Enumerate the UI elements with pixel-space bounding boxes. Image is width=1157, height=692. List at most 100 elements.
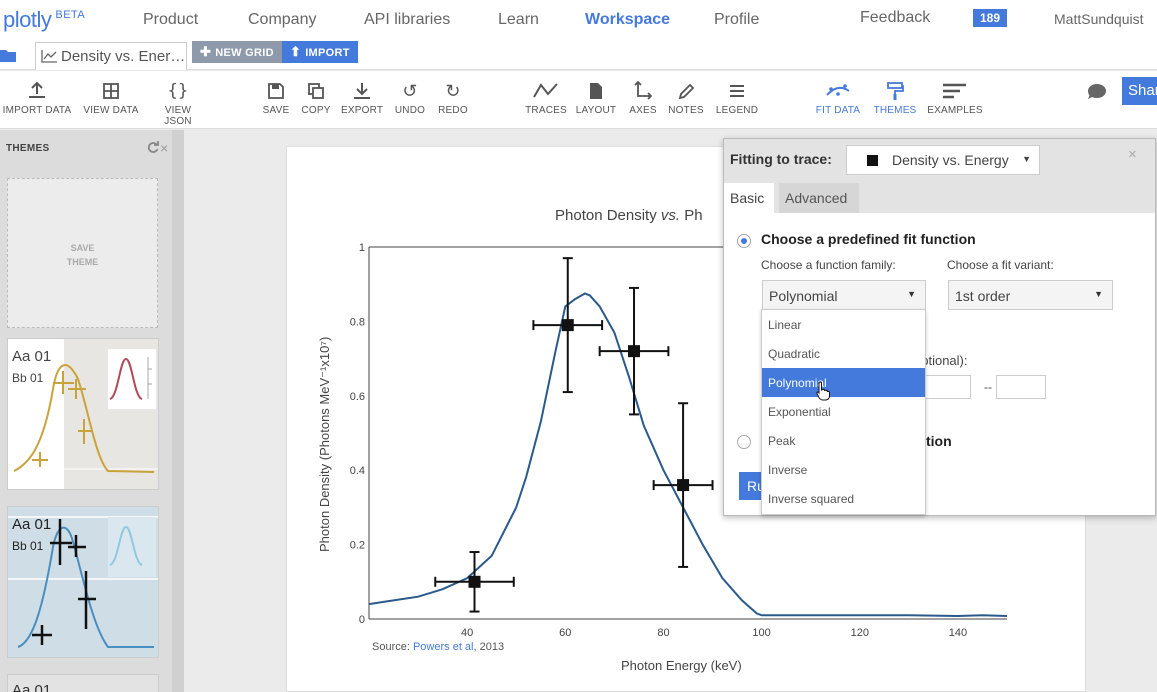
- theme-aa: Aa 01: [12, 348, 52, 365]
- pencil-icon: [678, 83, 695, 100]
- plus-icon: ✚: [200, 44, 212, 59]
- layout-label: LAYOUT: [575, 105, 617, 116]
- import-label: IMPORT: [305, 47, 350, 59]
- nav-workspace[interactable]: Workspace: [585, 11, 670, 29]
- new-grid-label: NEW GRID: [215, 47, 274, 59]
- braces-icon: {}: [167, 81, 189, 101]
- menu-item-exponential[interactable]: Exponential: [762, 397, 925, 426]
- export-button[interactable]: EXPORT: [341, 81, 383, 116]
- axes-label: AXES: [629, 105, 657, 116]
- chat-icon[interactable]: [1087, 83, 1107, 101]
- x-tick-label: 140: [949, 627, 967, 639]
- save-theme-label-1: SAVE: [70, 243, 95, 253]
- redo-button[interactable]: ↻ REDO: [437, 81, 469, 116]
- view-data-button[interactable]: VIEW DATA: [82, 81, 140, 116]
- sidebar-title: THEMES: [6, 143, 50, 154]
- theme-aa: Aa 01: [12, 516, 52, 533]
- layout-button[interactable]: LAYOUT: [575, 81, 617, 116]
- predefined-fit-label: Choose a predefined fit function: [761, 231, 976, 247]
- menu-item-linear[interactable]: Linear: [762, 310, 925, 339]
- axes-icon: [634, 81, 652, 100]
- tab-advanced[interactable]: Advanced: [779, 183, 859, 213]
- trace-select[interactable]: Density vs. Energy ▼: [846, 145, 1040, 175]
- new-grid-button[interactable]: ✚ NEW GRID: [192, 41, 282, 63]
- fit-variant-select[interactable]: 1st order ▼: [948, 280, 1113, 310]
- fit-data-icon: [826, 84, 850, 96]
- range-min-input[interactable]: [921, 375, 971, 399]
- custom-fit-label: tion: [926, 433, 952, 449]
- variant-select-value: 1st order: [955, 288, 1011, 304]
- menu-item-inverse[interactable]: Inverse: [762, 455, 925, 484]
- axes-button[interactable]: AXES: [627, 81, 659, 116]
- menu-item-inverse-squared[interactable]: Inverse squared: [762, 484, 925, 513]
- grid-tab[interactable]: Density vs. Ener…: [35, 42, 187, 70]
- nav-company[interactable]: Company: [248, 11, 316, 29]
- function-family-select[interactable]: Polynomial ▼: [762, 280, 926, 310]
- examples-button[interactable]: EXAMPLES: [927, 81, 983, 116]
- x-tick-label: 60: [559, 627, 571, 639]
- nav-learn[interactable]: Learn: [498, 11, 539, 29]
- folder-icon[interactable]: [0, 48, 16, 62]
- close-icon[interactable]: ×: [1128, 146, 1137, 163]
- upload-icon: ⬆: [290, 44, 302, 59]
- menu-item-quadratic[interactable]: Quadratic: [762, 339, 925, 368]
- notification-badge[interactable]: 189: [973, 9, 1007, 27]
- redo-icon: ↻: [445, 81, 461, 101]
- grid-tab-label: Density vs. Ener…: [61, 48, 186, 65]
- close-icon[interactable]: ×: [160, 140, 168, 156]
- theme-aa: Aa 01: [12, 682, 52, 692]
- custom-fit-radio[interactable]: [737, 435, 751, 449]
- notes-button[interactable]: NOTES: [667, 81, 705, 116]
- data-point: [434, 551, 515, 613]
- traces-button[interactable]: TRACES: [525, 81, 567, 116]
- range-max-input[interactable]: [996, 375, 1046, 399]
- fitting-to-trace-label: Fitting to trace:: [730, 151, 832, 167]
- legend-button[interactable]: LEGEND: [714, 81, 760, 116]
- sidebar-scrollbar[interactable]: [172, 130, 184, 692]
- view-json-label: VIEW JSON: [164, 105, 192, 127]
- plotly-logo[interactable]: plotly BETA: [3, 7, 85, 33]
- nav-product[interactable]: Product: [143, 11, 198, 29]
- function-family-menu: Linear Quadratic Polynomial Exponential …: [761, 309, 926, 515]
- import-data-label: IMPORT DATA: [2, 105, 72, 116]
- data-point: [532, 257, 604, 394]
- theme-card[interactable]: Aa 01 Bb 01: [7, 338, 159, 490]
- themes-button[interactable]: THEMES: [872, 81, 918, 116]
- nav-profile[interactable]: Profile: [714, 11, 759, 29]
- username-link[interactable]: MattSundquist: [1054, 11, 1144, 27]
- x-tick-label: 100: [752, 627, 770, 639]
- family-select-value: Polynomial: [769, 288, 838, 304]
- share-button[interactable]: Shar: [1122, 77, 1157, 105]
- refresh-icon[interactable]: [147, 141, 159, 153]
- beta-label: BETA: [55, 9, 86, 21]
- examples-icon: [943, 83, 966, 99]
- fit-data-button[interactable]: FIT DATA: [814, 81, 862, 116]
- notes-label: NOTES: [668, 105, 704, 116]
- theme-card[interactable]: Aa 01 Bb 01: [7, 506, 159, 658]
- undo-button[interactable]: ↺ UNDO: [394, 81, 426, 116]
- import-data-button[interactable]: IMPORT DATA: [2, 81, 72, 116]
- list-icon: [730, 85, 744, 97]
- menu-item-polynomial[interactable]: Polynomial: [762, 368, 925, 397]
- tab-basic[interactable]: Basic: [724, 183, 774, 213]
- y-tick-label: 0.2: [350, 540, 365, 552]
- x-tick-label: 40: [461, 627, 473, 639]
- caret-down-icon: ▼: [1022, 154, 1031, 164]
- fit-data-label: FIT DATA: [815, 105, 861, 116]
- menu-item-peak[interactable]: Peak: [762, 426, 925, 455]
- redo-label: REDO: [438, 105, 468, 116]
- source-link[interactable]: Powers et al: [413, 641, 474, 653]
- view-json-button[interactable]: {} VIEW JSON: [150, 81, 206, 127]
- save-theme-label-2: THEME: [66, 257, 99, 267]
- theme-card[interactable]: Aa 01: [7, 674, 159, 692]
- save-theme-slot[interactable]: SAVE THEME: [7, 178, 158, 328]
- copy-button[interactable]: COPY: [301, 81, 331, 116]
- paint-roller-icon: [887, 82, 904, 100]
- save-button[interactable]: SAVE: [262, 81, 290, 116]
- nav-feedback[interactable]: Feedback: [860, 9, 930, 27]
- nav-api-libraries[interactable]: API libraries: [364, 11, 450, 29]
- predefined-fit-radio[interactable]: [737, 234, 751, 248]
- y-tick-label: 0.6: [350, 391, 365, 403]
- examples-label: EXAMPLES: [927, 105, 983, 116]
- import-button[interactable]: ⬆ IMPORT: [282, 41, 358, 63]
